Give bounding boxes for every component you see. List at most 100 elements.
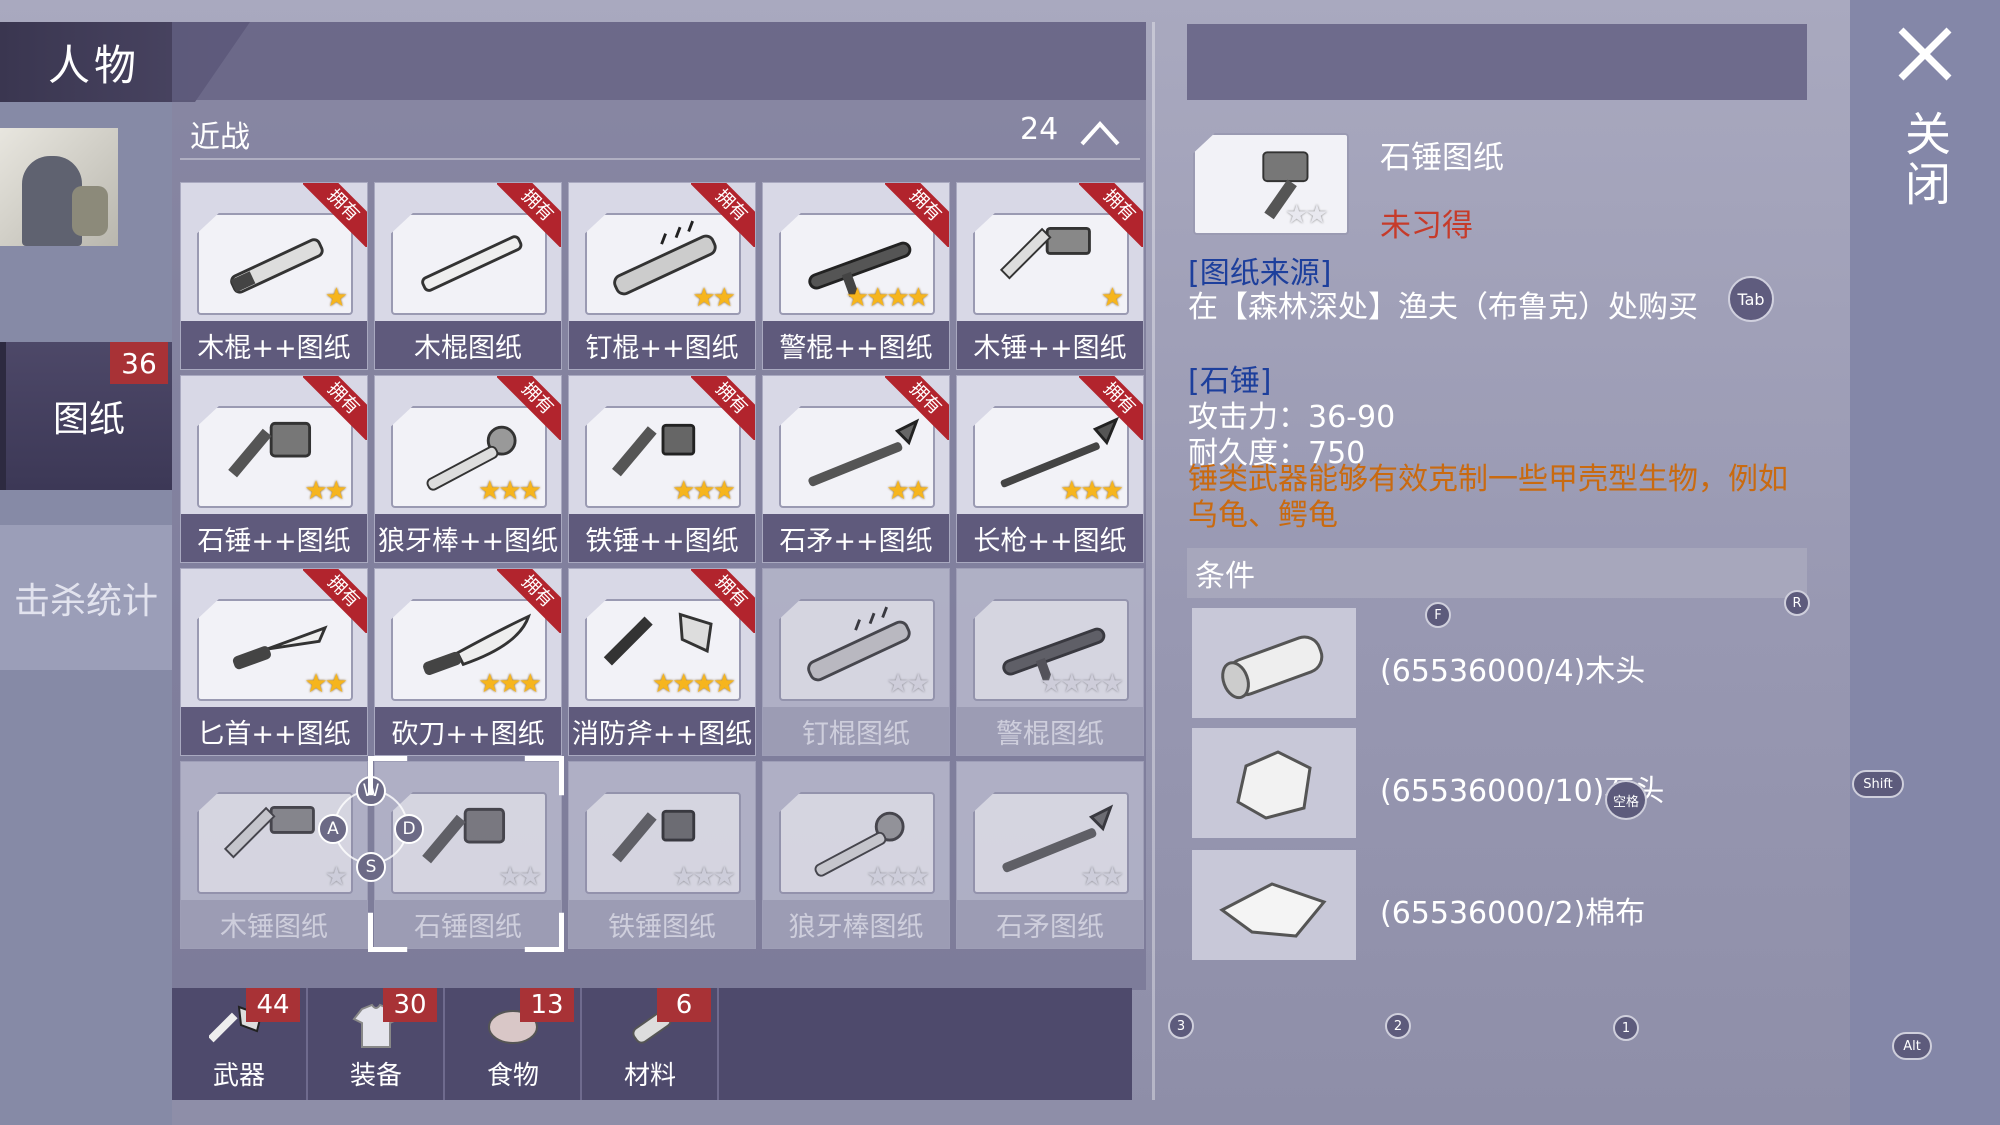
owned-ribbon-label: 拥有 bbox=[691, 569, 755, 633]
blueprint-name: 木锤++图纸 bbox=[957, 321, 1143, 369]
star-rating: ★★ bbox=[304, 476, 348, 506]
star-rating: ★★★ bbox=[1060, 476, 1124, 506]
bottom-tab-label: 武器 bbox=[212, 1061, 265, 1091]
key-f-hint: F bbox=[1425, 602, 1451, 628]
star-rating: ★★★ bbox=[866, 862, 930, 892]
blueprint-card[interactable]: ★ 木锤++图纸 拥有 bbox=[956, 182, 1144, 370]
character-portrait[interactable] bbox=[0, 128, 118, 246]
blueprint-card[interactable]: 木棍图纸 拥有 bbox=[374, 182, 562, 370]
blueprint-card[interactable]: ★ 木棍++图纸 拥有 bbox=[180, 182, 368, 370]
owned-ribbon-label: 拥有 bbox=[885, 376, 949, 440]
sidebar-tab-kill-stats[interactable]: 击杀统计 bbox=[0, 525, 172, 670]
category-label: 近战 bbox=[190, 120, 250, 155]
blueprint-name: 木棍图纸 bbox=[375, 321, 561, 369]
blueprint-count-badge: 36 bbox=[110, 342, 168, 384]
blueprint-card[interactable]: ★★★★ 警棍图纸 bbox=[956, 568, 1144, 756]
owned-ribbon-label: 拥有 bbox=[303, 183, 367, 247]
blueprint-name: 狼牙棒图纸 bbox=[763, 900, 949, 948]
blueprint-card[interactable]: ★★ 钉棍图纸 bbox=[762, 568, 950, 756]
learn-status: 未习得 bbox=[1380, 208, 1473, 244]
star-rating: ★★ bbox=[692, 283, 736, 313]
owned-ribbon: 拥有 bbox=[691, 183, 755, 247]
star-rating: ★★★ bbox=[478, 669, 542, 699]
owned-ribbon: 拥有 bbox=[885, 376, 949, 440]
blueprint-card[interactable]: ★★ 钉棍++图纸 拥有 bbox=[568, 182, 756, 370]
key-r-hint: R bbox=[1784, 590, 1810, 616]
cloth-icon bbox=[1192, 850, 1356, 960]
key-3-hint: 3 bbox=[1168, 1013, 1194, 1039]
star-rating: ★★★ bbox=[672, 476, 736, 506]
blueprint-card[interactable]: ★★★ 狼牙棒++图纸 拥有 bbox=[374, 375, 562, 563]
key-shift-hint: Shift bbox=[1852, 770, 1904, 798]
star-rating: ★★★ bbox=[672, 862, 736, 892]
main-header-bar bbox=[172, 22, 1146, 100]
sidebar-tab-blueprints-label: 图纸 bbox=[52, 399, 125, 440]
owned-ribbon: 拥有 bbox=[885, 183, 949, 247]
blueprint-card[interactable]: ★★★★ 警棍++图纸 拥有 bbox=[762, 182, 950, 370]
condition-cloth: (65536000/2)棉布 bbox=[1380, 896, 1646, 931]
selection-frame bbox=[368, 756, 564, 952]
bottom-tab[interactable]: 材料 6 bbox=[583, 988, 719, 1100]
blueprint-card[interactable]: ★★★ 铁锤图纸 bbox=[568, 761, 756, 949]
blueprint-card[interactable]: ★★ 石锤++图纸 拥有 bbox=[180, 375, 368, 563]
blueprint-card[interactable]: ★ 木锤图纸 bbox=[180, 761, 368, 949]
star-rating: ★★★★ bbox=[845, 283, 930, 313]
close-label[interactable]: 关闭 bbox=[1892, 110, 1958, 210]
owned-ribbon: 拥有 bbox=[691, 376, 755, 440]
blueprint-card[interactable]: ★★ 石矛图纸 bbox=[956, 761, 1144, 949]
blueprint-card[interactable]: ★★ 石矛++图纸 拥有 bbox=[762, 375, 950, 563]
star-rating: ★★★ bbox=[478, 476, 542, 506]
blueprint-name: 长枪++图纸 bbox=[957, 514, 1143, 562]
blueprint-name: 石矛++图纸 bbox=[763, 514, 949, 562]
blueprint-name: 警棍图纸 bbox=[957, 707, 1143, 755]
blueprint-card[interactable]: ★★★ 狼牙棒图纸 bbox=[762, 761, 950, 949]
blueprint-name: 消防斧++图纸 bbox=[569, 707, 755, 755]
star-rating: ★★★★ bbox=[1039, 669, 1124, 699]
category-count: 24 bbox=[1020, 112, 1059, 147]
blueprint-name: 石锤++图纸 bbox=[181, 514, 367, 562]
detail-title: 石锤图纸 bbox=[1380, 140, 1504, 176]
detail-header-bar bbox=[1187, 24, 1807, 100]
blueprint-card[interactable]: ★★★★ 消防斧++图纸 拥有 bbox=[568, 568, 756, 756]
blueprint-name: 匕首++图纸 bbox=[181, 707, 367, 755]
blueprint-name: 钉棍图纸 bbox=[763, 707, 949, 755]
bottom-tab[interactable]: 装备 30 bbox=[309, 988, 445, 1100]
owned-ribbon-label: 拥有 bbox=[303, 569, 367, 633]
owned-ribbon: 拥有 bbox=[303, 183, 367, 247]
bottom-tab-label: 食物 bbox=[486, 1061, 539, 1091]
close-icon[interactable] bbox=[1895, 24, 1955, 84]
owned-ribbon: 拥有 bbox=[1079, 376, 1143, 440]
tab-key-hint: Tab bbox=[1728, 276, 1774, 322]
owned-ribbon-label: 拥有 bbox=[497, 183, 561, 247]
blueprint-card[interactable]: ★★ 匕首++图纸 拥有 bbox=[180, 568, 368, 756]
key-a-hint: A bbox=[318, 814, 348, 844]
blueprint-name: 木锤图纸 bbox=[181, 900, 367, 948]
blueprint-name: 狼牙棒++图纸 bbox=[375, 514, 561, 562]
blueprint-name: 木棍++图纸 bbox=[181, 321, 367, 369]
blueprint-name: 钉棍++图纸 bbox=[569, 321, 755, 369]
blueprint-name: 砍刀++图纸 bbox=[375, 707, 561, 755]
sidebar-tab-kill-stats-label: 击杀统计 bbox=[13, 580, 158, 622]
owned-ribbon-label: 拥有 bbox=[303, 376, 367, 440]
blueprint-card[interactable]: ★★★ 砍刀++图纸 拥有 bbox=[374, 568, 562, 756]
blueprint-card[interactable]: ★★★ 铁锤++图纸 拥有 bbox=[568, 375, 756, 563]
owned-ribbon: 拥有 bbox=[1079, 183, 1143, 247]
bottom-tab-badge: 30 bbox=[383, 988, 437, 1022]
stone-icon bbox=[1192, 728, 1356, 838]
detail-stars: ★★ bbox=[1285, 200, 1329, 230]
weapon-description: 锤类武器能够有效克制一些甲壳型生物，例如乌龟、鳄龟 bbox=[1188, 462, 1788, 533]
owned-ribbon: 拥有 bbox=[303, 376, 367, 440]
bottom-tab[interactable]: 食物 13 bbox=[446, 988, 582, 1100]
star-rating: ★★ bbox=[1080, 862, 1124, 892]
panel-divider bbox=[1152, 22, 1155, 1100]
owned-ribbon: 拥有 bbox=[497, 376, 561, 440]
owned-ribbon-label: 拥有 bbox=[885, 183, 949, 247]
bottom-tab[interactable]: 武器 44 bbox=[172, 988, 308, 1100]
key-2-hint: 2 bbox=[1385, 1013, 1411, 1039]
chevron-up-icon[interactable] bbox=[1080, 120, 1120, 146]
blueprint-card[interactable]: ★★★ 长枪++图纸 拥有 bbox=[956, 375, 1144, 563]
star-rating: ★★ bbox=[304, 669, 348, 699]
owned-ribbon: 拥有 bbox=[691, 569, 755, 633]
star-rating: ★ bbox=[324, 283, 348, 313]
key-alt-hint: Alt bbox=[1892, 1032, 1932, 1060]
